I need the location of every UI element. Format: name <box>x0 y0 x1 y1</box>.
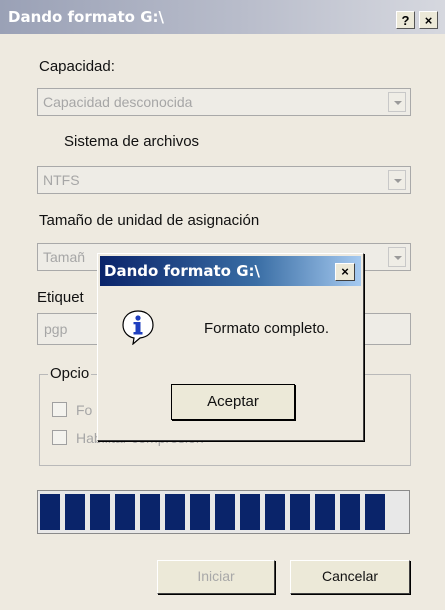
progress-segment <box>190 494 210 530</box>
volume-label: Etiquet <box>37 289 84 306</box>
progress-segment <box>65 494 85 530</box>
cancel-button[interactable]: Cancelar <box>290 560 410 594</box>
dialog-titlebar[interactable]: Dando formato G:\ × <box>100 256 361 286</box>
progress-segment <box>115 494 135 530</box>
chevron-down-icon[interactable] <box>388 92 406 112</box>
info-icon <box>122 310 154 345</box>
capacity-select[interactable]: Capacidad desconocida <box>37 88 411 116</box>
dialog-close-button[interactable]: × <box>335 263 355 281</box>
dialog-message: Formato completo. <box>204 320 330 337</box>
progress-segment <box>290 494 310 530</box>
progress-segment <box>90 494 110 530</box>
filesystem-label: Sistema de archivos <box>64 133 200 150</box>
progress-segment <box>165 494 185 530</box>
alloc-label: Tamaño de unidad de asignación <box>39 212 260 229</box>
options-legend: Opcio <box>48 365 92 382</box>
window-titlebar[interactable]: Dando formato G:\ ? × <box>0 0 445 34</box>
window-title: Dando formato G:\ <box>8 8 164 26</box>
start-button[interactable]: Iniciar <box>157 560 275 594</box>
alloc-value: Tamañ <box>43 249 86 265</box>
progress-segment <box>40 494 60 530</box>
help-button[interactable]: ? <box>396 11 415 29</box>
filesystem-value: NTFS <box>43 172 80 188</box>
format-window: Dando formato G:\ ? × Capacidad: Capacid… <box>0 0 445 610</box>
chevron-down-icon[interactable] <box>388 170 406 190</box>
capacity-label: Capacidad: <box>39 58 115 75</box>
progress-segment <box>215 494 235 530</box>
progress-segment <box>240 494 260 530</box>
chevron-down-icon[interactable] <box>388 247 406 267</box>
filesystem-select[interactable]: NTFS <box>37 166 411 194</box>
ok-button[interactable]: Aceptar <box>171 384 295 420</box>
quick-format-checkbox[interactable] <box>52 402 67 417</box>
progress-segment <box>265 494 285 530</box>
capacity-value: Capacidad desconocida <box>43 94 193 110</box>
quick-format-label: Fo <box>76 402 93 418</box>
dialog-title: Dando formato G:\ <box>104 262 260 280</box>
progress-segment <box>140 494 160 530</box>
format-complete-dialog: Dando formato G:\ × Formato completo. Ac… <box>97 253 364 441</box>
progress-segment <box>365 494 385 530</box>
compression-checkbox[interactable] <box>52 430 67 445</box>
volume-value: pgp <box>44 321 68 337</box>
progress-segment <box>315 494 335 530</box>
window-close-button[interactable]: × <box>419 11 438 29</box>
format-progress-bar <box>37 490 410 534</box>
progress-segment <box>340 494 360 530</box>
